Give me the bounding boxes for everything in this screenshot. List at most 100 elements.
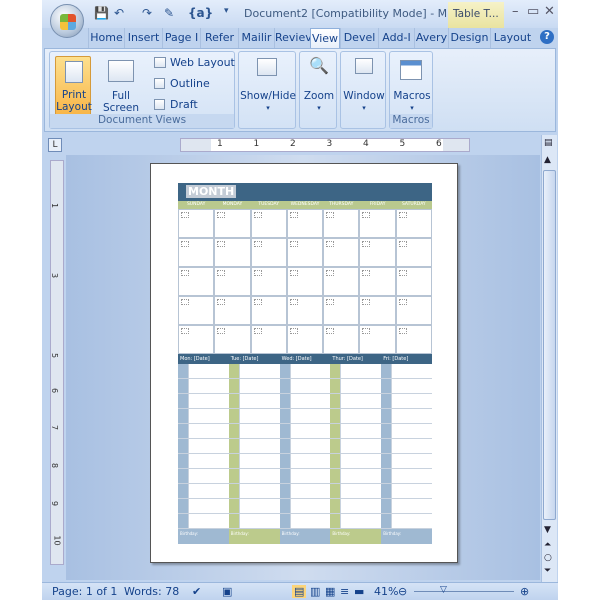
hour-row[interactable] [178,514,229,529]
calendar-day-cell[interactable] [178,267,215,296]
calendar-day-cell[interactable] [178,296,215,325]
hour-row[interactable] [330,484,382,499]
page-count[interactable]: Page: 1 of 1 [52,585,117,598]
note-cell[interactable] [238,499,280,513]
note-cell[interactable] [289,364,331,378]
note-cell[interactable] [340,409,382,423]
web-layout-view-icon[interactable]: ▦ [325,585,335,598]
hour-row[interactable] [279,499,331,514]
zoom-slider[interactable] [414,591,514,592]
vertical-ruler[interactable]: 1 3 5 6 7 8 9 10 [50,160,64,565]
note-cell[interactable] [238,484,280,498]
hour-row[interactable] [279,484,331,499]
hour-row[interactable] [228,454,280,469]
hour-row[interactable] [381,439,432,454]
window-button[interactable]: Window ▾ [340,51,386,129]
calendar-day-cell[interactable] [395,238,432,267]
hour-row[interactable] [381,424,432,439]
hour-row[interactable] [228,484,280,499]
calendar-day-cell[interactable] [250,209,287,238]
note-cell[interactable] [188,484,229,498]
style-icon[interactable]: ✎ [164,6,174,20]
tab-home[interactable]: Home [88,28,124,48]
calendar-day-cell[interactable] [323,296,360,325]
help-icon[interactable]: ? [540,30,554,44]
hour-row[interactable] [178,454,229,469]
note-cell[interactable] [188,424,229,438]
full-screen-reading-button[interactable]: Full Screen Reading [94,56,148,126]
save-icon[interactable]: 💾 [94,6,109,20]
note-cell[interactable] [188,394,229,408]
minimize-icon[interactable]: – [512,4,519,19]
note-cell[interactable] [340,424,382,438]
tab-pagei[interactable]: Page I [162,28,200,48]
note-cell[interactable] [340,484,382,498]
birthday-cell[interactable]: Birthday: [330,529,382,544]
tab-avery[interactable]: Avery [414,28,448,48]
hour-row[interactable] [178,499,229,514]
calendar-day-cell[interactable] [214,296,251,325]
hour-row[interactable] [330,454,382,469]
note-cell[interactable] [238,469,280,483]
hour-row[interactable] [228,499,280,514]
tab-selector-button[interactable]: L [48,138,62,152]
print-layout-view-icon[interactable]: ▤ [292,585,307,598]
hour-row[interactable] [279,379,331,394]
zoom-button[interactable]: 🔍 Zoom ▾ [299,51,337,129]
note-cell[interactable] [289,454,331,468]
outline-view-icon[interactable]: ≡ [340,585,349,598]
note-cell[interactable] [391,394,432,408]
zoom-out-icon[interactable]: ⊖ [398,585,407,598]
note-cell[interactable] [391,409,432,423]
calendar-day-cell[interactable] [214,209,251,238]
note-cell[interactable] [289,514,331,528]
note-cell[interactable] [391,424,432,438]
note-cell[interactable] [238,394,280,408]
tab-layout[interactable]: Layout [490,28,534,48]
hour-row[interactable] [279,439,331,454]
hour-row[interactable] [178,484,229,499]
calendar-day-cell[interactable] [178,238,215,267]
calendar-day-cell[interactable] [323,325,360,354]
tab-design[interactable]: Design [448,28,490,48]
hour-row[interactable] [178,364,229,379]
hour-row[interactable] [228,514,280,529]
note-cell[interactable] [238,514,280,528]
calendar-day-cell[interactable] [250,325,287,354]
calendar-day-cell[interactable] [214,267,251,296]
hour-row[interactable] [228,364,280,379]
scroll-down-icon[interactable]: ▼ [544,525,551,535]
hour-row[interactable] [178,379,229,394]
hour-row[interactable] [228,409,280,424]
hour-row[interactable] [330,469,382,484]
tab-view[interactable]: View [310,28,340,48]
calendar-day-cell[interactable] [359,209,396,238]
previous-page-icon[interactable]: ⏶ [544,540,551,550]
calendar-day-cell[interactable] [395,267,432,296]
note-cell[interactable] [238,409,280,423]
note-cell[interactable] [340,439,382,453]
note-cell[interactable] [391,484,432,498]
hour-row[interactable] [228,469,280,484]
note-cell[interactable] [340,364,382,378]
draft-view-icon[interactable]: ▬ [354,585,364,598]
hour-row[interactable] [228,379,280,394]
document-page[interactable]: MONTH SUNDAY MONDAY TUESDAY WEDNESDAY THURSD… [150,163,458,563]
hour-row[interactable] [381,409,432,424]
birthday-cell[interactable]: Birthday: [381,529,432,544]
ruler-toggle-icon[interactable]: ▤ [544,138,553,148]
hour-row[interactable] [381,454,432,469]
hour-row[interactable] [330,379,382,394]
calendar-day-cell[interactable] [178,325,215,354]
hour-row[interactable] [381,499,432,514]
tab-insert[interactable]: Insert [124,28,162,48]
zoom-slider-thumb[interactable]: ▽ [440,585,447,595]
calendar-day-cell[interactable] [359,325,396,354]
hour-row[interactable] [330,424,382,439]
hour-row[interactable] [279,409,331,424]
redo-icon[interactable]: ↷ [142,6,152,20]
note-cell[interactable] [391,469,432,483]
note-cell[interactable] [391,364,432,378]
hour-row[interactable] [279,514,331,529]
note-cell[interactable] [340,469,382,483]
